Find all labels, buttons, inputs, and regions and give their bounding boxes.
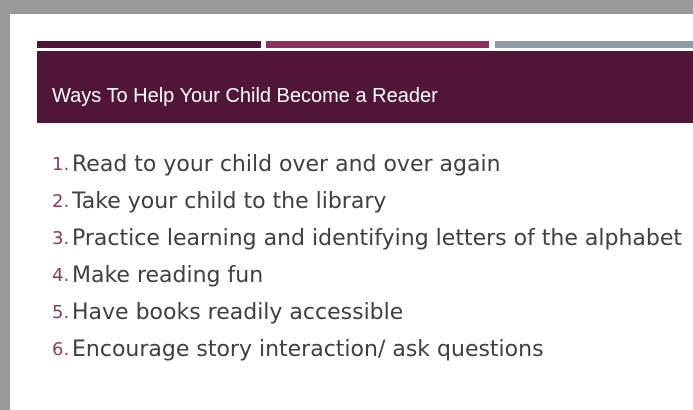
reader-tip-1: 1. Read to your child over and over agai…: [52, 146, 682, 183]
title-accent-right: [495, 41, 693, 48]
list-text-4: Make reading fun: [72, 262, 264, 288]
list-text-2: Take your child to the library: [72, 188, 387, 214]
reader-tip-4: 4. Make reading fun: [52, 257, 682, 294]
slide-title-band: Ways To Help Your Child Become a Reader: [37, 51, 693, 123]
slide-canvas: Ways To Help Your Child Become a Reader …: [10, 14, 693, 410]
reader-tip-5: 5. Have books readily accessible: [52, 294, 682, 331]
reader-tip-3: 3. Practice learning and identifying let…: [52, 220, 682, 257]
reader-tip-2: 2. Take your child to the library: [52, 183, 682, 220]
reader-tips-list: 1. Read to your child over and over agai…: [52, 146, 682, 368]
list-text-3: Practice learning and identifying letter…: [72, 225, 683, 251]
list-number-4: 4.: [52, 264, 70, 286]
list-text-1: Read to your child over and over again: [72, 151, 501, 177]
list-number-1: 1.: [52, 153, 70, 175]
list-number-6: 6.: [52, 338, 70, 360]
list-number-5: 5.: [52, 301, 70, 323]
reader-tip-6: 6. Encourage story interaction/ ask ques…: [52, 331, 682, 368]
presentation-viewport: Ways To Help Your Child Become a Reader …: [0, 0, 693, 410]
list-number-3: 3.: [52, 227, 70, 249]
title-accent-middle: [266, 41, 489, 48]
slide-title: Ways To Help Your Child Become a Reader: [52, 85, 438, 107]
list-text-6: Encourage story interaction/ ask questio…: [72, 336, 544, 362]
title-accent-left: [37, 41, 261, 48]
list-number-2: 2.: [52, 190, 70, 212]
list-text-5: Have books readily accessible: [72, 299, 404, 325]
